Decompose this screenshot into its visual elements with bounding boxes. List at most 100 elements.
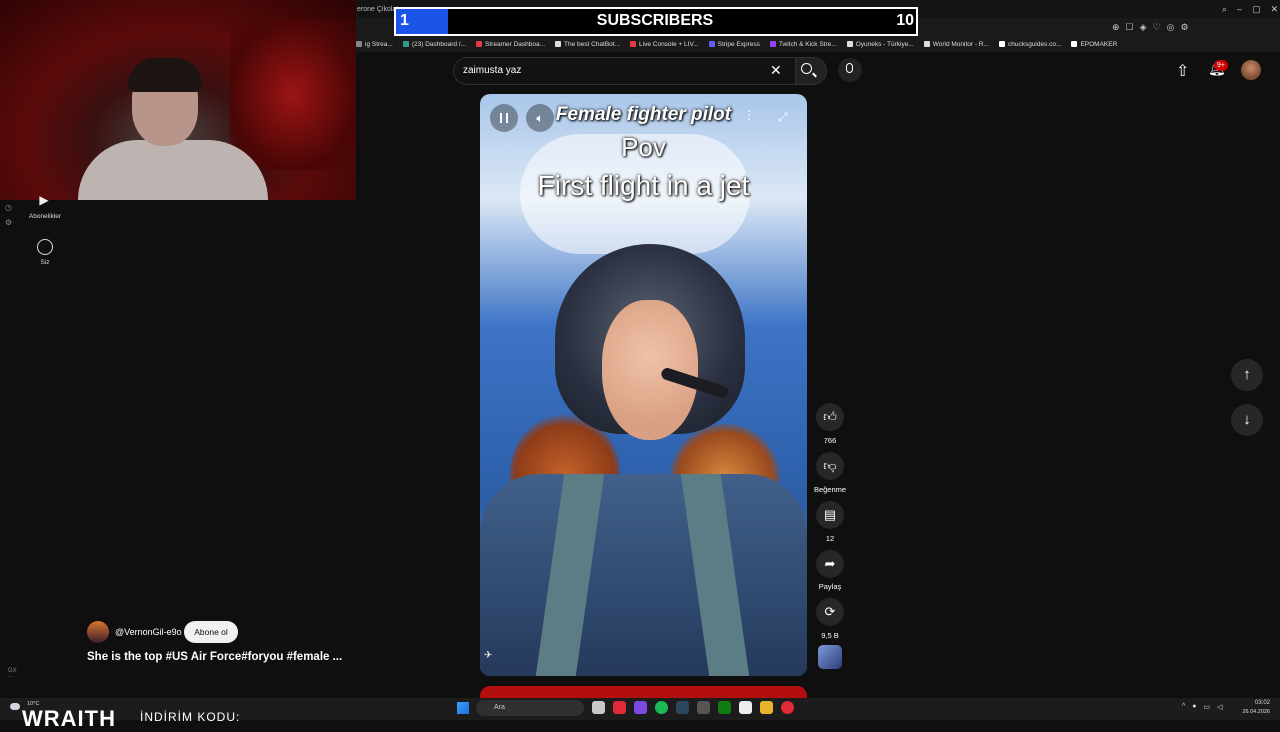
- bookmark-favicon-icon: [708, 41, 715, 47]
- video-title[interactable]: She is the top #US Air Force#foryou #fem…: [87, 651, 342, 663]
- previous-short-button[interactable]: ↑: [1231, 359, 1263, 391]
- opera-gx-menu[interactable]: GX ···: [8, 668, 17, 680]
- next-short-button[interactable]: ↓: [1231, 404, 1263, 436]
- file-icon[interactable]: [592, 701, 605, 714]
- bookmark-item[interactable]: (23) Dashboard /...: [402, 40, 467, 48]
- video-pilot-face: [602, 300, 698, 440]
- bookmark-item[interactable]: Live Console + LIV...: [630, 41, 699, 48]
- taskbar-search-placeholder[interactable]: Ara: [494, 704, 505, 711]
- remix-button[interactable]: ⟳: [816, 598, 844, 626]
- video-flight-suit: [480, 474, 807, 676]
- comments-button[interactable]: ▤: [816, 501, 844, 529]
- user-icon[interactable]: [37, 239, 53, 255]
- bookmark-item[interactable]: Oyuneks - Türkiye...: [846, 40, 914, 48]
- system-tray: ^ ● ▭ ◁: [1182, 703, 1223, 711]
- clock-date[interactable]: 26.04.2026: [1236, 709, 1270, 715]
- minimize-icon[interactable]: –: [1237, 4, 1242, 15]
- bookmark-item[interactable]: EPOMAKER: [1071, 41, 1117, 48]
- close-window-icon[interactable]: ✕: [1271, 4, 1279, 15]
- bookmark-favicon-icon: [1071, 41, 1078, 47]
- settings-icon[interactable]: ⚙: [1180, 22, 1188, 33]
- bookmark-label: Streamer Dashboa...: [485, 40, 546, 48]
- fullscreen-icon[interactable]: ⤢: [778, 110, 788, 125]
- channel-name[interactable]: @VernonGil-e9o: [115, 627, 182, 637]
- bookmark-label: Twitch & Kick Stre...: [778, 40, 837, 48]
- sidebar-item-subscriptions[interactable]: Abonelikler: [14, 213, 76, 220]
- bookmark-icon[interactable]: ☐: [1126, 22, 1134, 33]
- subscriber-goal-label: SUBSCRIBERS: [596, 12, 714, 29]
- cloud-icon[interactable]: [10, 703, 20, 710]
- sound-thumbnail[interactable]: [818, 645, 842, 669]
- clock-time[interactable]: 03:02: [1240, 700, 1270, 706]
- discord-icon[interactable]: [634, 701, 647, 714]
- mic-tray-icon[interactable]: ●: [1192, 703, 1196, 711]
- subscriptions-icon[interactable]: ▶: [36, 193, 52, 207]
- sidebar-item-you[interactable]: Siz: [14, 259, 76, 266]
- bookmark-item[interactable]: Streamer Dashboa...: [476, 41, 545, 48]
- thumbs-up-icon: 👍︎: [823, 409, 837, 424]
- bookmark-item[interactable]: Twitch & Kick Stre...: [769, 40, 837, 48]
- folder-icon[interactable]: [760, 701, 773, 714]
- short-video-player[interactable]: Female fighter pilot Pov First flight in…: [480, 94, 807, 676]
- chat-icon[interactable]: ◎: [1167, 22, 1175, 33]
- history-icon[interactable]: ◷: [5, 203, 12, 212]
- heart-icon[interactable]: ♡: [1153, 22, 1161, 33]
- maximize-icon[interactable]: ▢: [1252, 4, 1261, 15]
- upload-icon[interactable]: ⇧: [1176, 61, 1189, 81]
- mic-icon[interactable]: [846, 63, 853, 73]
- shield-icon[interactable]: ◈: [1140, 22, 1147, 33]
- share-icon: ➦: [824, 556, 836, 571]
- bookmark-label: The best ChatBot...: [564, 40, 621, 48]
- obs-icon[interactable]: [739, 701, 752, 714]
- more-options-icon[interactable]: ⋮: [743, 108, 755, 122]
- browser-extension-icons: ⊕ ☐ ◈ ♡ ◎ ⚙: [1112, 22, 1189, 33]
- chevron-up-icon[interactable]: ^: [1182, 703, 1185, 711]
- xbox-icon[interactable]: [718, 701, 731, 714]
- browser-tab[interactable]: erone Çikolat: [357, 6, 398, 13]
- taskbar-search[interactable]: [476, 700, 584, 716]
- windows-start-icon[interactable]: [457, 702, 469, 714]
- bookmark-item[interactable]: ig Strea...: [356, 41, 393, 48]
- comment-count: 12: [825, 534, 835, 543]
- steam-icon[interactable]: [676, 701, 689, 714]
- search-input-value[interactable]: zaimusta yaz: [463, 65, 521, 76]
- spotify-icon[interactable]: [655, 701, 668, 714]
- subscribe-button[interactable]: Abone ol: [184, 621, 238, 643]
- network-icon[interactable]: ▭: [1204, 703, 1211, 711]
- bookmark-label: ig Strea...: [365, 40, 393, 48]
- close-icon[interactable]: ✕: [770, 62, 782, 79]
- dislike-button[interactable]: 👎︎: [816, 452, 844, 480]
- bookmark-item[interactable]: Stripe Express: [708, 41, 760, 48]
- share-button[interactable]: ➦: [816, 550, 844, 578]
- thumbs-down-icon: 👎︎: [823, 458, 837, 473]
- bookmark-favicon-icon: [923, 41, 930, 47]
- search-icon[interactable]: [801, 63, 812, 74]
- volume-tray-icon[interactable]: ◁: [1217, 703, 1222, 711]
- video-caption-line3: First flight in a jet: [537, 170, 750, 201]
- bookmark-label: World Monitor - R...: [932, 40, 989, 48]
- avatar[interactable]: [1241, 60, 1261, 80]
- bookmark-favicon-icon: [402, 41, 409, 47]
- subscriber-goal-target: 10: [896, 12, 914, 29]
- remix-count: 9,5 B: [821, 631, 839, 640]
- channel-avatar[interactable]: [87, 621, 109, 643]
- bookmark-label: EPOMAKER: [1080, 40, 1118, 48]
- volume-icon[interactable]: 🔈︎: [526, 104, 554, 132]
- subscriber-current: 1: [400, 12, 409, 29]
- bookmark-item[interactable]: The best ChatBot...: [555, 41, 620, 48]
- bookmark-label: Oyuneks - Türkiye...: [855, 40, 914, 48]
- like-button[interactable]: 👍︎: [816, 403, 844, 431]
- epic-games-icon[interactable]: [697, 701, 710, 714]
- bookmark-item[interactable]: World Monitor - R...: [923, 40, 989, 48]
- zoom-icon[interactable]: ⊕: [1112, 22, 1120, 33]
- like-count: 766: [823, 436, 837, 445]
- opera-icon[interactable]: [613, 701, 626, 714]
- search-tabs-icon[interactable]: ⌕: [1222, 4, 1227, 15]
- bookmark-item[interactable]: chucksguides.co...: [998, 41, 1061, 48]
- gear-icon[interactable]: ⚙: [5, 218, 12, 227]
- pause-icon[interactable]: [500, 113, 508, 123]
- record-icon[interactable]: [781, 701, 794, 714]
- bookmark-favicon-icon: [555, 41, 562, 47]
- bookmark-favicon-icon: [998, 41, 1005, 47]
- bookmark-label: (23) Dashboard /...: [411, 40, 467, 48]
